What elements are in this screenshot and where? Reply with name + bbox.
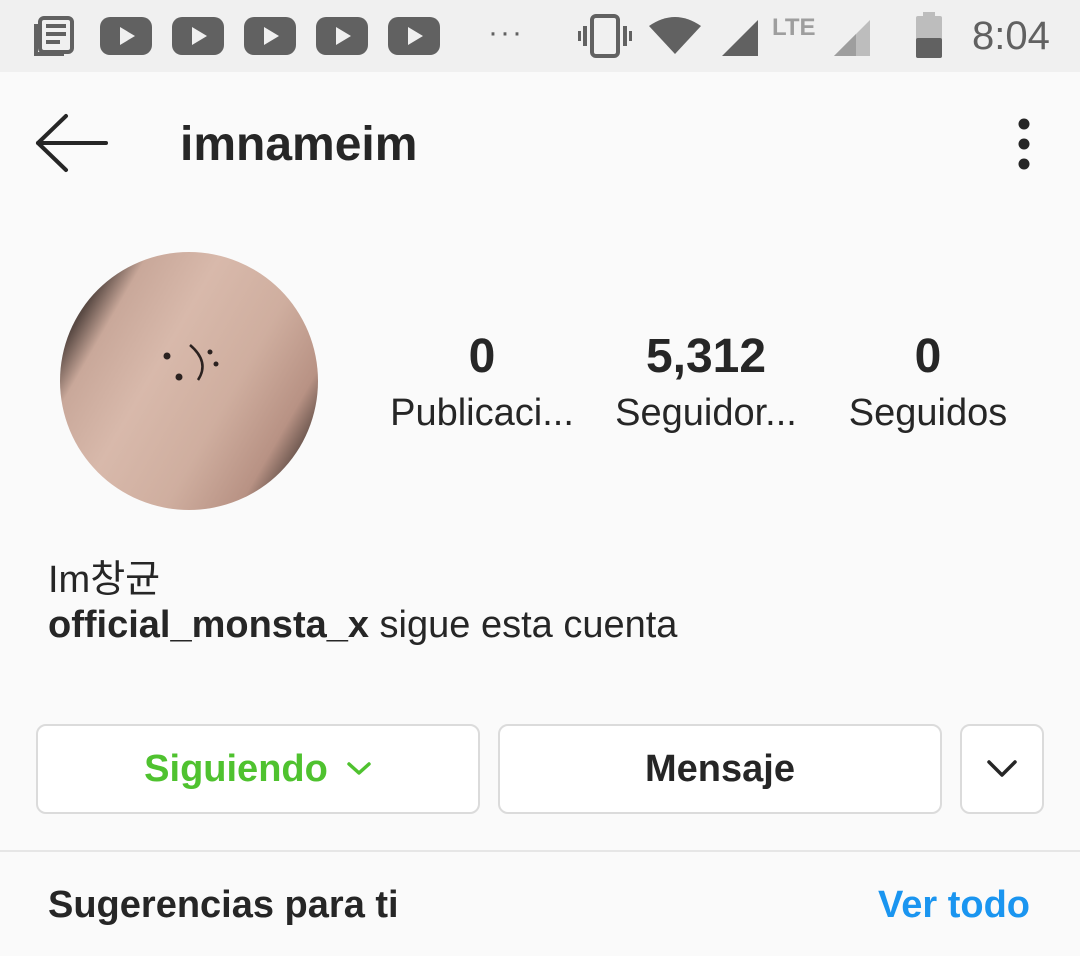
stat-followers-label: Seguidor... (615, 392, 797, 434)
followed-by-text: official_monsta_x sigue esta cuenta (48, 604, 677, 647)
stat-followers-value: 5,312 (645, 330, 767, 383)
youtube-icon (244, 17, 296, 55)
section-divider (0, 850, 1080, 852)
more-notifications-icon: ··· (488, 16, 524, 49)
network-type-label: LTE (772, 14, 816, 41)
avatar-image (163, 344, 219, 381)
see-all-link[interactable]: Ver todo (878, 884, 1030, 927)
message-button-label: Mensaje (645, 747, 795, 790)
avatar[interactable] (60, 252, 318, 510)
chevron-down-icon (987, 760, 1017, 777)
wifi-icon (649, 17, 701, 54)
stat-posts[interactable]: 0 Publicaci... (377, 330, 587, 435)
stat-following-label: Seguidos (848, 392, 1008, 434)
followed-by-user-link[interactable]: official_monsta_x (48, 604, 369, 646)
cellular-signal-icon (722, 20, 758, 56)
stat-posts-label: Publicaci... (390, 392, 574, 434)
stat-followers[interactable]: 5,312 Seguidor... (601, 330, 811, 435)
youtube-icon (100, 17, 152, 55)
page-title: imnameim (180, 118, 418, 171)
youtube-icon (316, 17, 368, 55)
following-button[interactable]: Siguiendo (36, 724, 480, 814)
stat-posts-value: 0 (468, 330, 496, 383)
profile-full-name: Im창균 (48, 559, 161, 601)
youtube-icon (388, 17, 440, 55)
cellular-signal-icon (834, 20, 870, 56)
suggestions-title: Sugerencias para ti (48, 884, 399, 926)
message-button[interactable]: Mensaje (498, 724, 942, 814)
status-clock: 8:04 (972, 14, 1050, 58)
followed-by-suffix: sigue esta cuenta (369, 604, 678, 646)
battery-icon (916, 12, 942, 58)
suggested-accounts-toggle-button[interactable] (960, 724, 1044, 814)
vibrate-icon (578, 14, 632, 58)
status-bar: ··· LTE 8:04 (0, 0, 1080, 72)
more-options-icon[interactable] (1004, 114, 1044, 174)
stat-following-value: 0 (914, 330, 942, 383)
following-button-label: Siguiendo (144, 747, 328, 790)
back-arrow-icon[interactable] (32, 112, 110, 174)
news-icon (34, 16, 74, 56)
youtube-icon (172, 17, 224, 55)
stat-following[interactable]: 0 Seguidos (823, 330, 1033, 435)
chevron-down-icon (347, 762, 371, 775)
